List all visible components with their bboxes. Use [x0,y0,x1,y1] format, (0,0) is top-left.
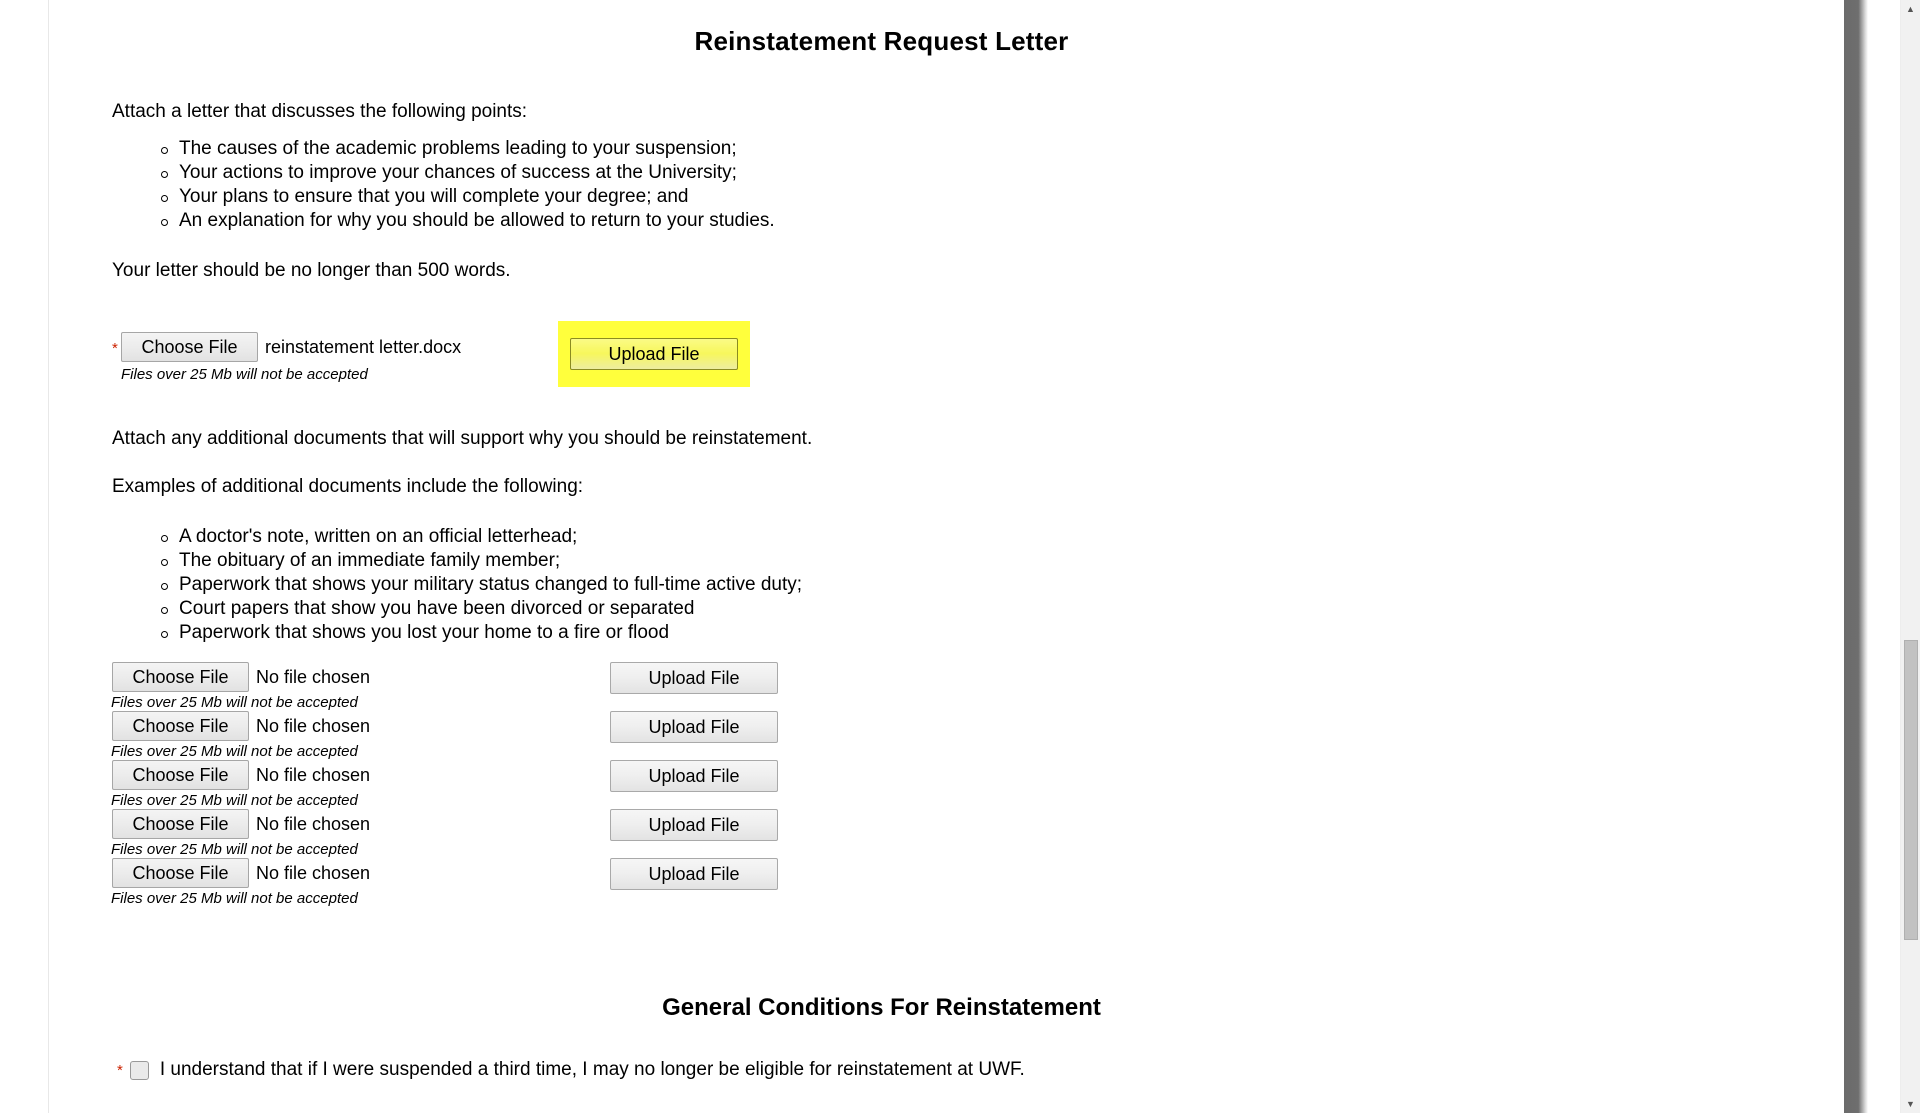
upload-file-button-5[interactable]: Upload File [610,858,778,890]
list-item: The causes of the academic problems lead… [157,137,1157,161]
upload-file-button-letter[interactable]: Upload File [570,338,738,370]
scroll-down-arrow-icon[interactable]: ▼ [1901,1095,1920,1113]
chosen-file-name-4: No file chosen [256,813,371,834]
additional-docs-examples-intro: Examples of additional documents include… [112,476,584,497]
page-title: Reinstatement Request Letter [694,26,1069,56]
document-content: Reinstatement Request Letter Attach a le… [49,0,1844,1113]
list-item: Court papers that show you have been div… [157,597,1157,621]
file-size-note-1: Files over 25 Mb will not be accepted [111,694,358,711]
scrollbar-thumb[interactable] [1904,640,1918,940]
choose-file-button-letter[interactable]: Choose File [121,332,258,362]
required-indicator-checkbox: * [117,1061,123,1079]
required-indicator: * [112,340,118,357]
choose-file-button-5[interactable]: Choose File [112,858,249,888]
list-item: The obituary of an immediate family memb… [157,549,1157,573]
additional-docs-examples-list: A doctor's note, written on an official … [157,525,1157,645]
chosen-file-name-5: No file chosen [256,862,371,883]
upload-row: Choose File No file chosen Files over 25… [111,711,1012,760]
file-size-note-2: Files over 25 Mb will not be accepted [111,743,358,760]
upload-file-button-4[interactable]: Upload File [610,809,778,841]
window-edge-shadow [1844,0,1868,1113]
scroll-up-arrow-icon[interactable]: ▲ [1901,0,1920,18]
upload-file-button-1[interactable]: Upload File [610,662,778,694]
third-suspension-checkbox-label: I understand that if I were suspended a … [159,1059,1025,1080]
upload-file-button-2[interactable]: Upload File [610,711,778,743]
letter-points-list: The causes of the academic problems lead… [157,137,1157,233]
list-item: An explanation for why you should be all… [157,209,1157,233]
choose-file-button-2[interactable]: Choose File [112,711,249,741]
file-size-note-3: Files over 25 Mb will not be accepted [111,792,358,809]
upload-row: Choose File No file chosen Files over 25… [111,858,1012,907]
list-item: Your plans to ensure that you will compl… [157,185,1157,209]
upload-row: Choose File No file chosen Files over 25… [111,809,1012,858]
chosen-file-name-letter: reinstatement letter.docx [265,336,462,357]
general-conditions-title: General Conditions For Reinstatement [662,994,1101,1021]
chosen-file-name-1: No file chosen [256,666,371,687]
list-item: Your actions to improve your chances of … [157,161,1157,185]
upload-row: Choose File No file chosen Files over 25… [111,760,1012,809]
file-size-note-5: Files over 25 Mb will not be accepted [111,890,358,907]
choose-file-button-1[interactable]: Choose File [112,662,249,692]
upload-file-button-3[interactable]: Upload File [610,760,778,792]
letter-intro-text: Attach a letter that discusses the follo… [112,101,528,122]
chosen-file-name-2: No file chosen [256,715,371,736]
word-limit-text: Your letter should be no longer than 500… [112,260,511,281]
additional-docs-intro: Attach any additional documents that wil… [112,428,813,449]
additional-upload-rows: Choose File No file chosen Files over 25… [111,662,1012,907]
list-item: Paperwork that shows you lost your home … [157,621,1157,645]
page-root: Reinstatement Request Letter Attach a le… [0,0,1920,1113]
chosen-file-name-3: No file chosen [256,764,371,785]
conditions-checkbox-row: * I understand that if I were suspended … [117,1059,1025,1081]
vertical-scrollbar[interactable]: ▲ ▼ [1900,0,1920,1113]
list-item: A doctor's note, written on an official … [157,525,1157,549]
upload-button-highlight-letter: Upload File [558,321,750,387]
choose-file-button-4[interactable]: Choose File [112,809,249,839]
choose-file-button-3[interactable]: Choose File [112,760,249,790]
third-suspension-checkbox[interactable] [129,1060,149,1080]
upload-row: Choose File No file chosen Files over 25… [111,662,1012,711]
list-item: Paperwork that shows your military statu… [157,573,1157,597]
file-size-note-4: Files over 25 Mb will not be accepted [111,841,358,858]
